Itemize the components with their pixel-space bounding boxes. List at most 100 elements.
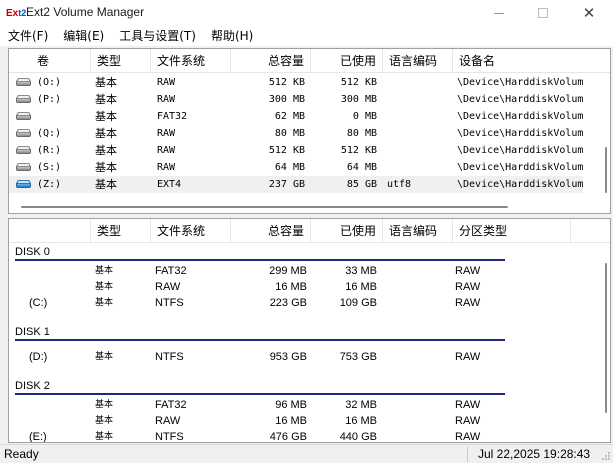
volume-filesystem: RAW (157, 128, 176, 139)
volume-type: 基本 (95, 76, 117, 89)
volume-list-scroll-thumb[interactable] (605, 147, 607, 193)
hard-disk-icon (16, 146, 32, 155)
partition-total: 223 GB (269, 297, 307, 309)
partition-type-label: 基本 (95, 400, 114, 410)
volume-total: 64 MB (274, 162, 305, 173)
volume-row[interactable]: (S:) 基本 RAW 64 MB 64 MB \Device\HarddiskVolum (9, 159, 584, 176)
volume-list-hscroll-thumb[interactable] (21, 206, 508, 208)
volume-list[interactable]: 卷 类型 文件系统 总容量 已使用 语言编码 设备名 (O:) 基本 RAW 512 … (8, 48, 611, 214)
close-button[interactable]: ✕ (567, 0, 611, 26)
partition-filesystem: NTFS (155, 351, 184, 363)
disk-list[interactable]: 类型 文件系统 总容量 已使用 语言编码 分区类型 DISK 0 基本 FAT32 2… (8, 218, 611, 443)
column-header-total[interactable]: 总容量 (231, 219, 311, 243)
column-header-codepage[interactable]: 语言编码 (383, 49, 453, 73)
hard-disk-icon (16, 95, 32, 104)
column-header-volume[interactable]: 卷 (9, 49, 91, 73)
column-header-partition-type[interactable]: 分区类型 (453, 219, 571, 243)
partition-codepage (387, 295, 453, 311)
column-header-codepage[interactable]: 语言编码 (383, 219, 453, 243)
partition-kind: RAW (455, 351, 481, 363)
volume-letter (37, 108, 91, 125)
title-bar[interactable]: Ext2 Ext2 Volume Manager ✕ (0, 0, 613, 26)
disk-list-scroll-thumb[interactable] (605, 263, 607, 413)
volume-filesystem: RAW (157, 94, 176, 105)
partition-total: 16 MB (275, 415, 307, 427)
partition-filesystem: RAW (155, 281, 181, 293)
partition-row[interactable]: 基本 FAT32 299 MB 33 MB RAW (9, 263, 584, 279)
status-divider (467, 447, 468, 462)
disk-list-vertical-scrollbar[interactable] (583, 243, 610, 442)
disk-group-label[interactable]: DISK 0 (15, 245, 50, 259)
volume-device-name: \Device\HarddiskVolum (457, 179, 583, 190)
partition-codepage (387, 349, 453, 365)
volume-row[interactable]: (P:) 基本 RAW 300 MB 300 MB \Device\HarddiskVol… (9, 91, 584, 108)
partition-codepage (387, 413, 453, 429)
partition-codepage (387, 429, 453, 442)
column-header-blank[interactable] (9, 219, 91, 243)
column-header-total[interactable]: 总容量 (231, 49, 311, 73)
volume-row[interactable]: (Q:) 基本 RAW 80 MB 80 MB \Device\HarddiskVolum (9, 125, 584, 142)
volume-used: 300 MB (340, 94, 377, 105)
menu-help[interactable]: 帮助(H) (206, 26, 258, 46)
partition-used: 16 MB (345, 415, 377, 427)
column-header-used[interactable]: 已使用 (311, 219, 383, 243)
column-header-filesystem[interactable]: 文件系统 (151, 49, 231, 73)
partition-letter (29, 413, 89, 429)
volume-used: 512 KB (340, 77, 377, 88)
volume-codepage: utf8 (387, 179, 412, 190)
partition-row[interactable]: (E:) 基本 NTFS 476 GB 440 GB RAW (9, 429, 584, 443)
disk-group-rule (15, 393, 505, 395)
column-header-filesystem[interactable]: 文件系统 (151, 219, 231, 243)
menu-tools-settings[interactable]: 工具与设置(T) (114, 26, 201, 46)
menu-edit[interactable]: 编辑(E) (58, 26, 109, 46)
volume-list-header: 卷 类型 文件系统 总容量 已使用 语言编码 设备名 (9, 49, 610, 73)
volume-codepage (387, 125, 453, 142)
volume-type: 基本 (95, 93, 117, 106)
menu-file[interactable]: 文件(F) (0, 26, 53, 46)
partition-used: 32 MB (345, 399, 377, 411)
partition-filesystem: NTFS (155, 431, 184, 443)
column-header-type[interactable]: 类型 (91, 49, 151, 73)
volume-codepage (387, 159, 453, 176)
partition-row[interactable]: 基本 FAT32 96 MB 32 MB RAW (9, 397, 584, 413)
volume-device-name: \Device\HarddiskVolum (457, 128, 583, 139)
volume-list-vertical-scrollbar[interactable] (583, 73, 610, 211)
volume-letter: (S:) (37, 162, 62, 173)
partition-row[interactable]: (D:) 基本 NTFS 953 GB 753 GB RAW (9, 349, 584, 365)
minimize-icon (494, 12, 504, 14)
volume-row[interactable]: (Z:) 基本 EXT4 237 GB 85 GB utf8 \Device\Harddis… (9, 176, 584, 193)
column-header-device[interactable]: 设备名 (453, 49, 584, 73)
column-header-used[interactable]: 已使用 (311, 49, 383, 73)
maximize-icon (538, 8, 548, 18)
partition-type-label: 基本 (95, 266, 114, 276)
volume-row[interactable]: (O:) 基本 RAW 512 KB 512 KB \Device\HarddiskVol… (9, 74, 584, 91)
volume-letter: (Q:) (37, 128, 62, 139)
volume-letter: (Z:) (37, 179, 62, 190)
volume-row[interactable]: (R:) 基本 RAW 512 KB 512 KB \Device\HarddiskVol… (9, 142, 584, 159)
volume-type: 基本 (95, 178, 117, 191)
partition-used: 109 GB (339, 297, 377, 309)
volume-used: 80 MB (346, 128, 377, 139)
partition-total: 299 MB (269, 265, 307, 277)
volume-used: 512 KB (340, 145, 377, 156)
minimize-button[interactable] (477, 0, 521, 26)
volume-device-name: \Device\HarddiskVolum (457, 145, 583, 156)
disk-group-label[interactable]: DISK 2 (15, 379, 50, 393)
column-header-type[interactable]: 类型 (91, 219, 151, 243)
disk-group-label[interactable]: DISK 1 (15, 325, 50, 339)
volume-row[interactable]: 基本 FAT32 62 MB 0 MB \Device\HarddiskVolum (9, 108, 584, 125)
partition-row[interactable]: (C:) 基本 NTFS 223 GB 109 GB RAW (9, 295, 584, 311)
partition-row[interactable]: 基本 RAW 16 MB 16 MB RAW (9, 279, 584, 295)
partition-type-label: 基本 (95, 416, 114, 426)
partition-letter: (C:) (29, 297, 48, 309)
menu-bar: 文件(F) 编辑(E) 工具与设置(T) 帮助(H) (0, 26, 613, 46)
volume-type: 基本 (95, 161, 117, 174)
partition-used: 16 MB (345, 281, 377, 293)
volume-list-horizontal-scrollbar[interactable] (9, 201, 584, 213)
volume-device-name: \Device\HarddiskVolum (457, 94, 583, 105)
maximize-button[interactable] (521, 0, 565, 26)
volume-used: 85 GB (346, 179, 377, 190)
volume-total: 512 KB (268, 77, 305, 88)
partition-row[interactable]: 基本 RAW 16 MB 16 MB RAW (9, 413, 584, 429)
resize-grip-icon[interactable] (601, 451, 611, 461)
